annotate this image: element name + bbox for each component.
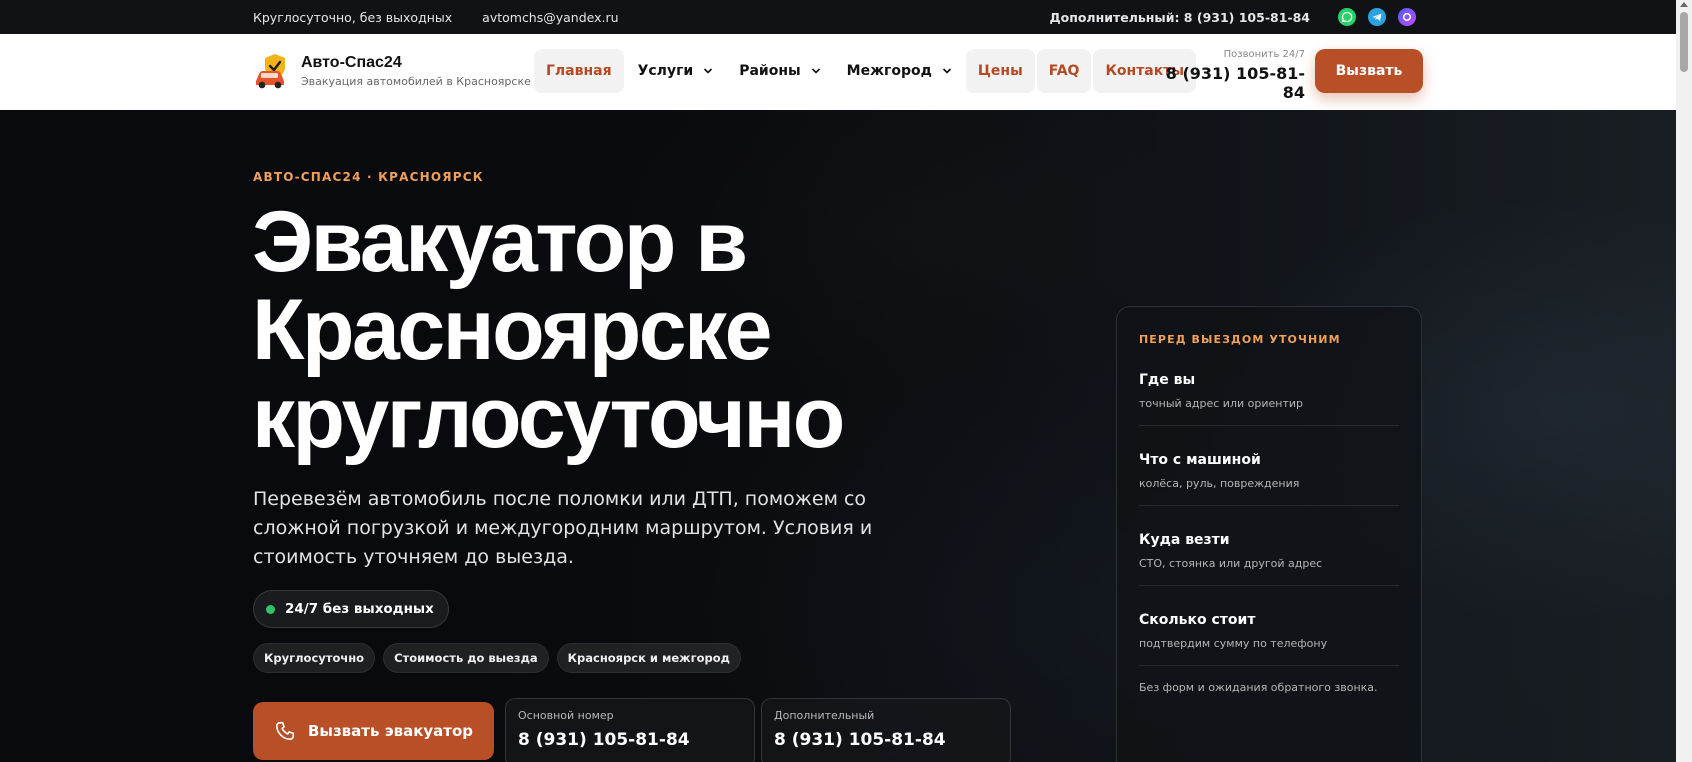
feature-chips: Круглосуточно Стоимость до выезда Красно… <box>253 643 741 673</box>
nav-label: Услуги <box>637 63 694 79</box>
phone-number: 8 (931) 105-81-84 <box>774 730 946 750</box>
call-caption: Позвонить 24/7 <box>1223 49 1305 60</box>
nav-item-services[interactable]: Услуги <box>626 49 726 93</box>
whatsapp-icon[interactable] <box>1338 8 1356 26</box>
nav-item-home[interactable]: Главная <box>534 49 624 93</box>
working-hours: Круглосуточно, без выходных <box>253 9 453 25</box>
phone-caption: Дополнительный <box>774 709 875 722</box>
hero-title-line: круглосуточно <box>252 370 845 466</box>
nav-label: Главная <box>546 63 612 79</box>
email-link[interactable]: avtomchs@yandex.ru <box>482 10 618 25</box>
hero-section: АВТО-СПАС24 · КРАСНОЯРСК Эвакуатор в Кра… <box>0 110 1676 762</box>
main-phone-card[interactable]: Основной номер 8 (931) 105-81-84 <box>505 698 755 762</box>
hero-title: Эвакуатор в Красноярске круглосуточно <box>252 198 952 462</box>
scroll-up-arrow-icon[interactable] <box>1680 2 1688 7</box>
card-row: Сколько стоит подтвердим сумму по телефо… <box>1139 586 1399 666</box>
max-messenger-icon[interactable] <box>1398 8 1416 26</box>
nav-item-faq[interactable]: FAQ <box>1036 49 1092 93</box>
card-row-title: Сколько стоит <box>1139 612 1256 628</box>
main-nav: Главная Услуги Районы Межгород Цены FAQ … <box>534 49 1197 93</box>
nav-label: Районы <box>739 63 801 79</box>
cta-label: Вызвать эвакуатор <box>307 722 474 740</box>
nav-item-districts[interactable]: Районы <box>727 49 832 93</box>
pre-dispatch-card: ПЕРЕД ВЫЕЗДОМ УТОЧНИМ Где вы точный адре… <box>1116 306 1422 762</box>
availability-text: 24/7 без выходных <box>285 601 434 617</box>
feature-chip: Красноярск и межгород <box>556 643 741 673</box>
card-row: Куда везти СТО, стоянка или другой адрес <box>1139 506 1399 586</box>
phone-number: 8 (931) 105-81-84 <box>518 730 690 750</box>
call-button[interactable]: Вызвать <box>1315 49 1423 93</box>
card-row-subtitle: СТО, стоянка или другой адрес <box>1139 557 1323 570</box>
header-call-box: Позвонить 24/7 8 (931) 105-81-84 <box>1160 49 1305 102</box>
nav-item-intercity[interactable]: Межгород <box>835 49 964 93</box>
feature-chip: Круглосуточно <box>253 643 376 673</box>
card-row-title: Куда везти <box>1139 532 1230 548</box>
availability-badge: 24/7 без выходных <box>253 590 449 628</box>
chevron-down-icon <box>942 68 951 74</box>
card-row-subtitle: колёса, руль, повреждения <box>1139 477 1300 490</box>
nav-label: Межгород <box>846 63 932 79</box>
feature-chip: Стоимость до выезда <box>383 643 549 673</box>
nav-label: Цены <box>977 63 1023 79</box>
card-heading: ПЕРЕД ВЫЕЗДОМ УТОЧНИМ <box>1139 333 1341 346</box>
header-phone-link[interactable]: 8 (931) 105-81-84 <box>1160 64 1305 102</box>
phone-icon <box>275 721 295 741</box>
card-row-subtitle: подтвердим сумму по телефону <box>1139 637 1328 650</box>
chevron-down-icon <box>704 68 713 74</box>
top-bar: Круглосуточно, без выходных avtomchs@yan… <box>0 0 1676 34</box>
hero-title-line: Красноярске <box>252 282 772 378</box>
card-footer-note: Без форм и ожидания обратного звонка. <box>1139 681 1378 694</box>
nav-item-prices[interactable]: Цены <box>965 49 1035 93</box>
extra-phone-link[interactable]: Дополнительный: 8 (931) 105-81-84 <box>1049 10 1310 25</box>
hero-lead: Перевезём автомобиль после поломки или Д… <box>253 488 873 568</box>
telegram-icon[interactable] <box>1368 8 1386 26</box>
card-row-title: Что с машиной <box>1139 452 1261 468</box>
page-scrollbar[interactable] <box>1676 0 1692 762</box>
scrollbar-thumb[interactable] <box>1680 12 1688 72</box>
brand-name: Авто-Спас24 <box>301 54 402 71</box>
chevron-down-icon <box>811 68 820 74</box>
brand-tagline: Эвакуация автомобилей в Красноярске <box>301 75 531 88</box>
phone-caption: Основной номер <box>518 709 614 722</box>
card-row: Где вы точный адрес или ориентир <box>1139 346 1399 426</box>
nav-label: FAQ <box>1048 63 1080 79</box>
call-tow-truck-button[interactable]: Вызвать эвакуатор <box>253 702 494 760</box>
extra-phone-card[interactable]: Дополнительный 8 (931) 105-81-84 <box>761 698 1011 762</box>
card-row-title: Где вы <box>1139 372 1196 388</box>
site-header: Авто-Спас24 Эвакуация автомобилей в Крас… <box>0 34 1676 110</box>
card-row: Что с машиной колёса, руль, повреждения <box>1139 426 1399 506</box>
logo-link[interactable]: Авто-Спас24 Эвакуация автомобилей в Крас… <box>253 51 531 91</box>
status-dot-icon <box>266 604 275 614</box>
hero-eyebrow: АВТО-СПАС24 · КРАСНОЯРСК <box>253 170 484 184</box>
car-shield-logo <box>256 54 285 89</box>
card-row-subtitle: точный адрес или ориентир <box>1139 397 1303 410</box>
hero-title-line: Эвакуатор в <box>252 194 748 290</box>
